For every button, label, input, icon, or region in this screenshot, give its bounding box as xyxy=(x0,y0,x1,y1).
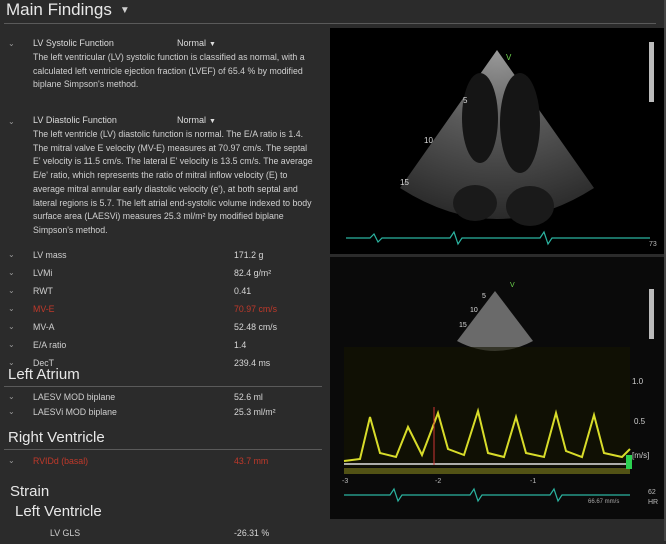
collapse-chevron-icon[interactable]: ⌄ xyxy=(8,39,15,48)
dropdown-caret-icon: ▼ xyxy=(209,118,216,125)
collapse-chevron-icon[interactable]: ⌄ xyxy=(8,117,15,126)
page-title: Main Findings xyxy=(6,0,112,19)
measurement-label: LV GLS xyxy=(50,528,81,538)
lv-diastolic-status-select[interactable]: Normal ▼ xyxy=(177,115,216,125)
lv-diastolic-title: LV Diastolic Function xyxy=(33,115,117,125)
measurement-row[interactable]: ⌄ E/A ratio 1.4 xyxy=(0,338,326,356)
depth-mark: 10 xyxy=(470,307,478,314)
collapse-chevron-icon: ⌄ xyxy=(8,392,15,401)
lv-systolic-text: The left ventricular (LV) systolic funct… xyxy=(33,52,305,90)
measurement-row-abnormal[interactable]: ⌄ MV-E 70.97 cm/s xyxy=(0,302,326,320)
measurement-row[interactable]: ⌄ MV-A 52.48 cm/s xyxy=(0,320,326,338)
gray-scale-bar xyxy=(649,289,654,339)
orientation-marker: V xyxy=(510,282,515,289)
depth-mark: 15 xyxy=(400,178,409,187)
measurement-label: RVIDd (basal) xyxy=(33,456,89,466)
measurement-value: 0.41 xyxy=(234,286,252,296)
lv-systolic-title: LV Systolic Function xyxy=(33,38,114,48)
section-divider xyxy=(4,449,322,450)
dropdown-caret-icon: ▼ xyxy=(209,41,216,48)
echo-sector xyxy=(400,50,594,219)
doppler-graphic xyxy=(343,289,654,503)
lv-systolic-status-select[interactable]: Normal ▼ xyxy=(177,38,216,48)
echo-apical-4ch-image[interactable]: 5 10 15 V 73 xyxy=(330,28,664,254)
ecg-trace xyxy=(346,230,650,246)
measurement-value: 1.4 xyxy=(234,340,247,350)
measurement-value: 25.3 ml/m² xyxy=(234,407,276,417)
measurement-row[interactable]: LV GLS -26.31 % xyxy=(0,526,326,544)
measurement-row[interactable]: ⌄ RWT 0.41 xyxy=(0,284,326,302)
measurement-label: MV-A xyxy=(33,322,55,332)
depth-mark: 15 xyxy=(459,322,467,329)
measurement-label: LAESVi MOD biplane xyxy=(33,407,117,417)
collapse-chevron-icon: ⌄ xyxy=(8,456,15,465)
chevron-down-icon[interactable]: ▼ xyxy=(120,5,130,16)
measurement-label: LV mass xyxy=(33,250,67,260)
measurement-value: -26.31 % xyxy=(234,528,270,538)
section-divider xyxy=(4,386,322,387)
measurement-value: 52.48 cm/s xyxy=(234,322,278,332)
measurement-value: 43.7 mm xyxy=(234,456,269,466)
lv-diastolic-status-value: Normal xyxy=(177,115,207,125)
collapse-chevron-icon: ⌄ xyxy=(8,250,15,259)
measurement-row-abnormal[interactable]: ⌄ RVIDd (basal) 43.7 mm xyxy=(0,454,326,472)
depth-mark: 10 xyxy=(424,136,433,145)
collapse-chevron-icon: ⌄ xyxy=(8,322,15,331)
measurement-label: LAESV MOD biplane xyxy=(33,392,116,402)
velocity-scale-label: 0.5 xyxy=(634,417,646,426)
measurement-value: 82.4 g/m² xyxy=(234,268,272,278)
gray-scale-bar xyxy=(649,42,654,102)
sweep-speed: 66.67 mm/s xyxy=(588,499,620,505)
heart-rate-value: 62 xyxy=(648,489,656,496)
heart-rate-label: HR xyxy=(648,499,659,506)
measurement-value: 171.2 g xyxy=(234,250,264,260)
time-label: -2 xyxy=(435,478,442,485)
measurement-value: 70.97 cm/s xyxy=(234,304,278,314)
right-ventricle-title: Right Ventricle xyxy=(8,429,105,446)
time-label: -1 xyxy=(530,478,537,485)
measurement-value: 239.4 ms xyxy=(234,358,271,368)
time-label: -3 xyxy=(342,478,349,485)
echo-thumbnail xyxy=(457,291,533,351)
depth-mark: 5 xyxy=(463,96,468,105)
measurement-value: 52.6 ml xyxy=(234,392,263,402)
collapse-chevron-icon: ⌄ xyxy=(8,304,15,313)
frame-number: 73 xyxy=(649,241,657,248)
measurement-row[interactable]: ⌄ LAESVi MOD biplane 25.3 ml/m² xyxy=(0,405,326,423)
collapse-chevron-icon: ⌄ xyxy=(8,286,15,295)
measurement-label: MV-E xyxy=(33,304,55,314)
collapse-chevron-icon: ⌄ xyxy=(8,268,15,277)
measurement-row[interactable]: ⌄ LV mass 171.2 g xyxy=(0,248,326,266)
left-atrium-title: Left Atrium xyxy=(8,366,80,383)
velocity-unit: [m/s] xyxy=(632,451,650,460)
lv-systolic-status-value: Normal xyxy=(177,38,207,48)
strain-subtitle: Left Ventricle xyxy=(15,503,102,520)
depth-mark: 5 xyxy=(482,293,486,300)
lv-diastolic-text: The left ventricle (LV) diastolic functi… xyxy=(33,129,313,235)
measurement-label: LVMi xyxy=(33,268,53,278)
main-findings-header[interactable]: Main Findings ▼ xyxy=(6,0,130,20)
orientation-marker: V xyxy=(506,53,512,62)
measurement-row[interactable]: ⌄ LVMi 82.4 g/m² xyxy=(0,266,326,284)
doppler-spectrum-image[interactable]: 15 10 5 V 1.0 0.5 [m/s] -3 -2 -1 66.67 m… xyxy=(330,257,664,519)
header-divider xyxy=(4,23,656,24)
collapse-chevron-icon: ⌄ xyxy=(8,407,15,416)
measurement-label: E/A ratio xyxy=(33,340,67,350)
findings-panel: Main Findings ▼ ⌄ LV Systolic Function No… xyxy=(0,0,656,544)
collapse-chevron-icon: ⌄ xyxy=(8,340,15,349)
echo-sector-graphic xyxy=(346,42,654,246)
strain-title: Strain xyxy=(10,483,50,500)
measurement-label: RWT xyxy=(33,286,53,296)
velocity-scale-label: 1.0 xyxy=(632,377,644,386)
